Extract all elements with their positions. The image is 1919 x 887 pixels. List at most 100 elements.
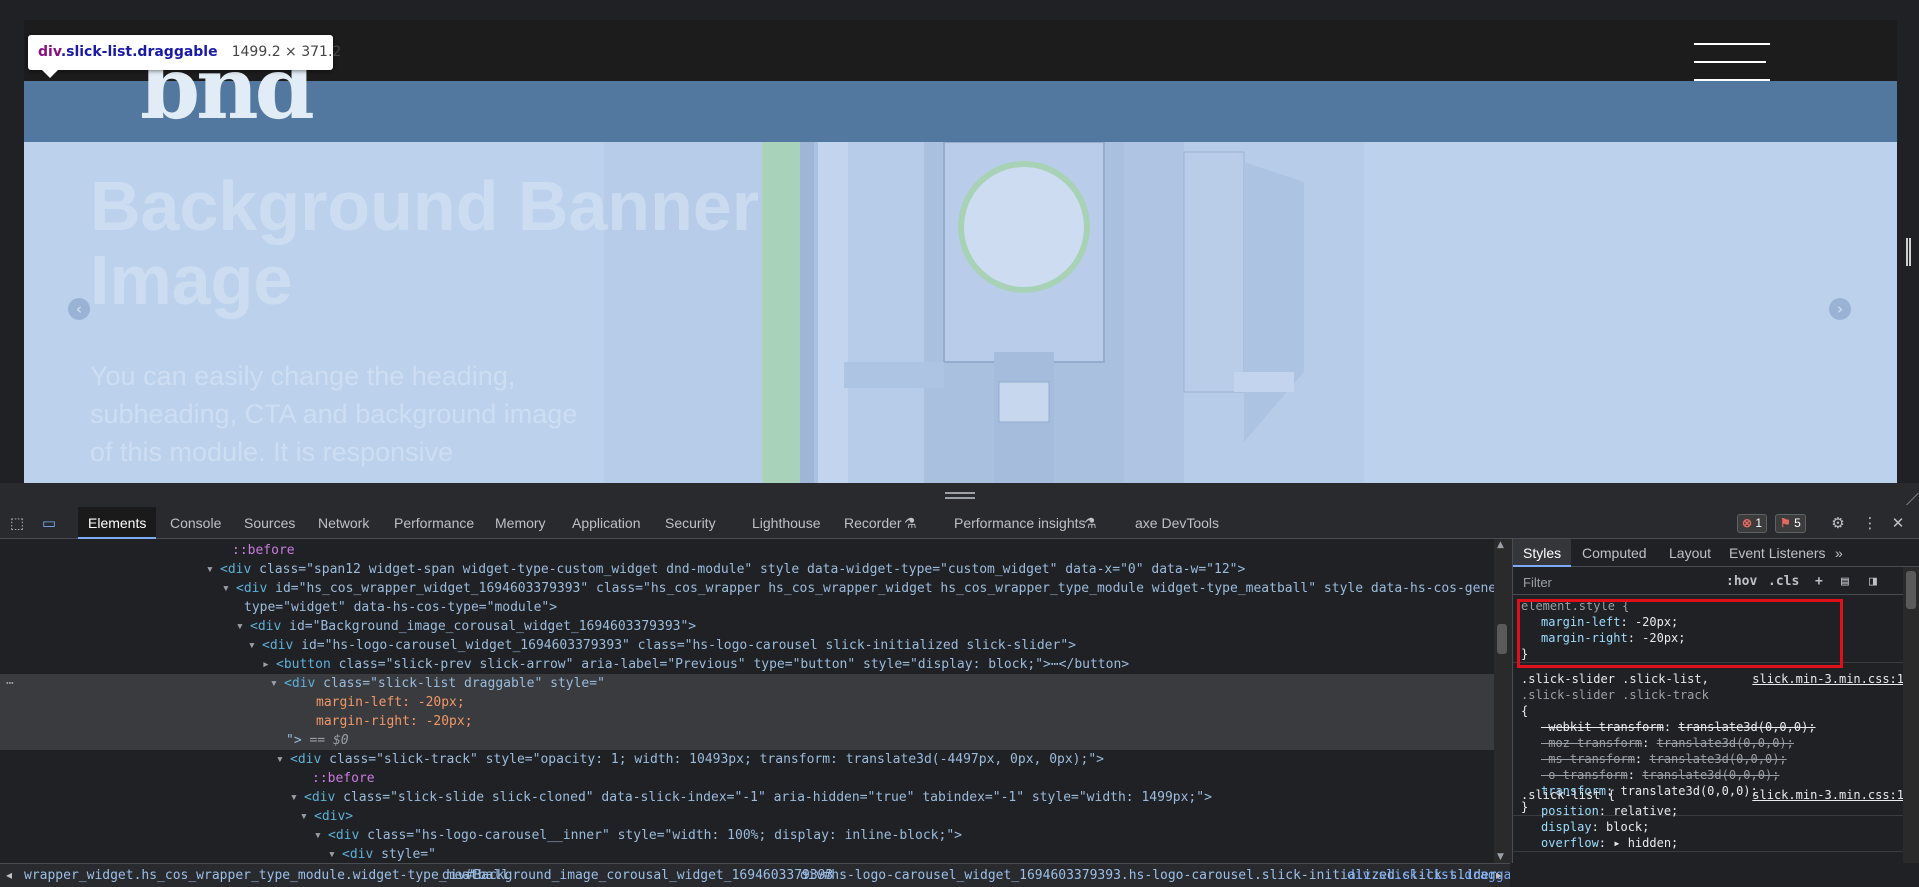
node-actions-icon[interactable]: ⋯	[6, 674, 14, 693]
page-viewport: bnd Background Banner Image You can easi…	[0, 0, 1919, 495]
close-devtools-icon[interactable]: ✕	[1889, 515, 1907, 531]
scroll-down-icon[interactable]: ▼	[1497, 851, 1504, 863]
tab-memory[interactable]: Memory	[495, 507, 546, 539]
styles-pane: Styles Computed Layout Event Listeners »…	[1512, 539, 1919, 863]
more-options-icon[interactable]: ⋮	[1861, 515, 1879, 531]
warning-count: 5	[1794, 516, 1801, 530]
toggle-sidebar-icon[interactable]: ◨	[1869, 574, 1877, 590]
tab-application[interactable]: Application	[572, 507, 641, 539]
scroll-thumb[interactable]	[1497, 624, 1507, 654]
devtools-tab-bar: ⬚ ▭ Elements Console Sources Network Per…	[0, 507, 1919, 539]
css-property[interactable]: -moz-transform: translate3d(0,0,0);	[1521, 735, 1908, 751]
device-toolbar-icon[interactable]: ▭	[40, 515, 58, 531]
dom-node-line[interactable]: ▾ <div class="slick-slide slick-cloned" d…	[0, 788, 1494, 807]
tab-network[interactable]: Network	[318, 507, 369, 539]
tab-sources[interactable]: Sources	[244, 507, 295, 539]
tab-console[interactable]: Console	[170, 507, 221, 539]
page-scrollbar-grip[interactable]	[1906, 238, 1911, 266]
dom-tree-scrollbar[interactable]: ▲ ▼	[1494, 539, 1510, 863]
carousel-next-arrow[interactable]: ›	[1829, 298, 1851, 320]
flask-icon: ⚗	[904, 515, 917, 531]
hero-subtitle: You can easily change the heading, subhe…	[90, 361, 578, 467]
dom-node-line[interactable]: ▾ <div id="hs-logo-carousel_widget_169460…	[0, 636, 1494, 655]
dom-node-line[interactable]: ▾ <div class="span12 widget-span widget-t…	[0, 560, 1494, 579]
hamburger-menu-icon[interactable]	[1694, 43, 1770, 81]
dom-node-line[interactable]: ::before	[0, 541, 1494, 560]
resize-grip-icon	[945, 492, 975, 499]
error-count: 1	[1755, 516, 1763, 530]
breadcrumb-item[interactable]: div#Background_image_corousal_widget_169…	[442, 864, 833, 887]
flask-icon: ⚗	[1084, 515, 1097, 531]
tab-performance[interactable]: Performance	[394, 507, 474, 539]
tab-computed[interactable]: Computed	[1582, 539, 1647, 567]
tab-layout[interactable]: Layout	[1669, 539, 1711, 567]
dom-node-line[interactable]: "> == $0	[0, 731, 1494, 750]
css-property[interactable]: -ms-transform: translate3d(0,0,0);	[1521, 751, 1908, 767]
tooltip-classes: .slick-list.draggable	[60, 44, 218, 60]
website-canvas: bnd Background Banner Image You can easi…	[24, 20, 1897, 483]
corner-resize-icon[interactable]	[1895, 493, 1919, 505]
more-tabs-chevron-icon[interactable]: »	[1835, 539, 1843, 567]
tooltip-tag: div	[38, 44, 61, 60]
hov-toggle[interactable]: :hov	[1726, 574, 1757, 590]
styles-filter-input[interactable]: Filter	[1523, 576, 1552, 590]
tab-lighthouse[interactable]: Lighthouse	[752, 507, 821, 539]
breadcrumb-item[interactable]: div.slick-list.draggable	[1347, 864, 1510, 887]
dom-breadcrumb-bar: wrapper_widget.hs_cos_wrapper_type_modul…	[0, 863, 1510, 887]
dom-node-line[interactable]: margin-right: -20px;	[0, 712, 1494, 731]
carousel-prev-arrow[interactable]: ‹	[68, 298, 90, 320]
dom-node-line[interactable]: ▾ <div id="Background_image_corousal_widg…	[0, 617, 1494, 636]
paint-brush-icon[interactable]: ▤	[1841, 574, 1849, 590]
warning-count-badge[interactable]: ⚑ 5	[1775, 514, 1806, 533]
rule-source-link[interactable]: slick.min-3.min.css:1	[1752, 671, 1904, 687]
css-property[interactable]: position: relative;	[1521, 803, 1908, 819]
inspect-element-tooltip: div.slick-list.draggable 1499.2 × 371.2	[28, 35, 341, 78]
dom-node-line[interactable]: ▾ <div>	[0, 807, 1494, 826]
styles-filter-row: Filter :hov .cls + ▤ ◨	[1513, 567, 1919, 595]
dom-node-line[interactable]: ::before	[0, 769, 1494, 788]
settings-gear-icon[interactable]: ⚙	[1829, 515, 1847, 531]
styles-tab-bar: Styles Computed Layout Event Listeners »	[1513, 539, 1919, 567]
css-property[interactable]: display: block;	[1521, 819, 1908, 835]
dom-node-line[interactable]: ▾ <div style="	[0, 845, 1494, 863]
browser-page: bnd Background Banner Image You can easi…	[0, 0, 1919, 887]
hero-title: Background Banner Image	[90, 167, 759, 319]
warning-icon: ⚑	[1780, 516, 1791, 530]
scroll-up-icon[interactable]: ▲	[1497, 539, 1504, 551]
rule-source-link[interactable]: slick.min-3.min.css:1	[1752, 787, 1904, 803]
tab-performance-insights[interactable]: Performance insights	[954, 507, 1086, 539]
inspect-element-icon[interactable]: ⬚	[8, 515, 26, 531]
tab-styles[interactable]: Styles	[1513, 539, 1572, 567]
css-property[interactable]: overflow: ▸ hidden;	[1521, 835, 1908, 851]
breadcrumb-item[interactable]: wrapper_widget.hs_cos_wrapper_type_modul…	[24, 864, 509, 887]
error-count-badge[interactable]: ⊗ 1	[1737, 514, 1768, 533]
dom-node-line[interactable]: ▾ <div class="slick-track" style="opacity…	[0, 750, 1494, 769]
tab-axe-devtools[interactable]: axe DevTools	[1135, 507, 1219, 539]
styles-footer	[1510, 863, 1919, 887]
dom-node-line[interactable]: ▾ <div class="hs-logo-carousel__inner" st…	[0, 826, 1494, 845]
styles-scrollbar[interactable]	[1903, 567, 1919, 863]
error-icon: ⊗	[1742, 516, 1753, 530]
dom-node-line[interactable]: type="widget" data-hs-cos-type="module">	[0, 598, 1494, 617]
css-property[interactable]: -webkit-transform: translate3d(0,0,0);	[1521, 719, 1908, 735]
tab-event-listeners[interactable]: Event Listeners	[1729, 539, 1826, 567]
dom-node-line[interactable]: ▸ <button class="slick-prev slick-arrow" …	[0, 655, 1494, 674]
tab-security[interactable]: Security	[665, 507, 716, 539]
scroll-thumb[interactable]	[1906, 571, 1916, 609]
dom-node-line[interactable]: ▾ <div id="hs_cos_wrapper_widget_16946033…	[0, 579, 1494, 598]
new-rule-plus-icon[interactable]: +	[1815, 574, 1823, 590]
tab-recorder[interactable]: Recorder	[844, 507, 902, 539]
css-property[interactable]: -o-transform: translate3d(0,0,0);	[1521, 767, 1908, 783]
css-rule[interactable]: .slick-list {slick.min-3.min.css:1 positi…	[1513, 787, 1908, 852]
breadcrumb-scroll-left-icon[interactable]: ◂	[6, 864, 12, 887]
dom-node-line[interactable]: margin-left: -20px;	[0, 693, 1494, 712]
devtools-resize-handle[interactable]	[0, 483, 1919, 507]
rule-brace: {	[1521, 704, 1529, 718]
cls-toggle[interactable]: .cls	[1768, 574, 1799, 590]
tab-elements[interactable]: Elements	[78, 507, 157, 539]
breadcrumb-scroll-right-icon[interactable]: ▸	[1496, 864, 1502, 887]
highlight-annotation-box	[1517, 599, 1843, 668]
rule-selector-secondary: .slick-slider .slick-track	[1521, 688, 1709, 702]
dom-node-line[interactable]: ▾ <div class="slick-list draggable" style…	[0, 674, 1494, 693]
tooltip-dimensions: 1499.2 × 371.2	[231, 44, 342, 60]
